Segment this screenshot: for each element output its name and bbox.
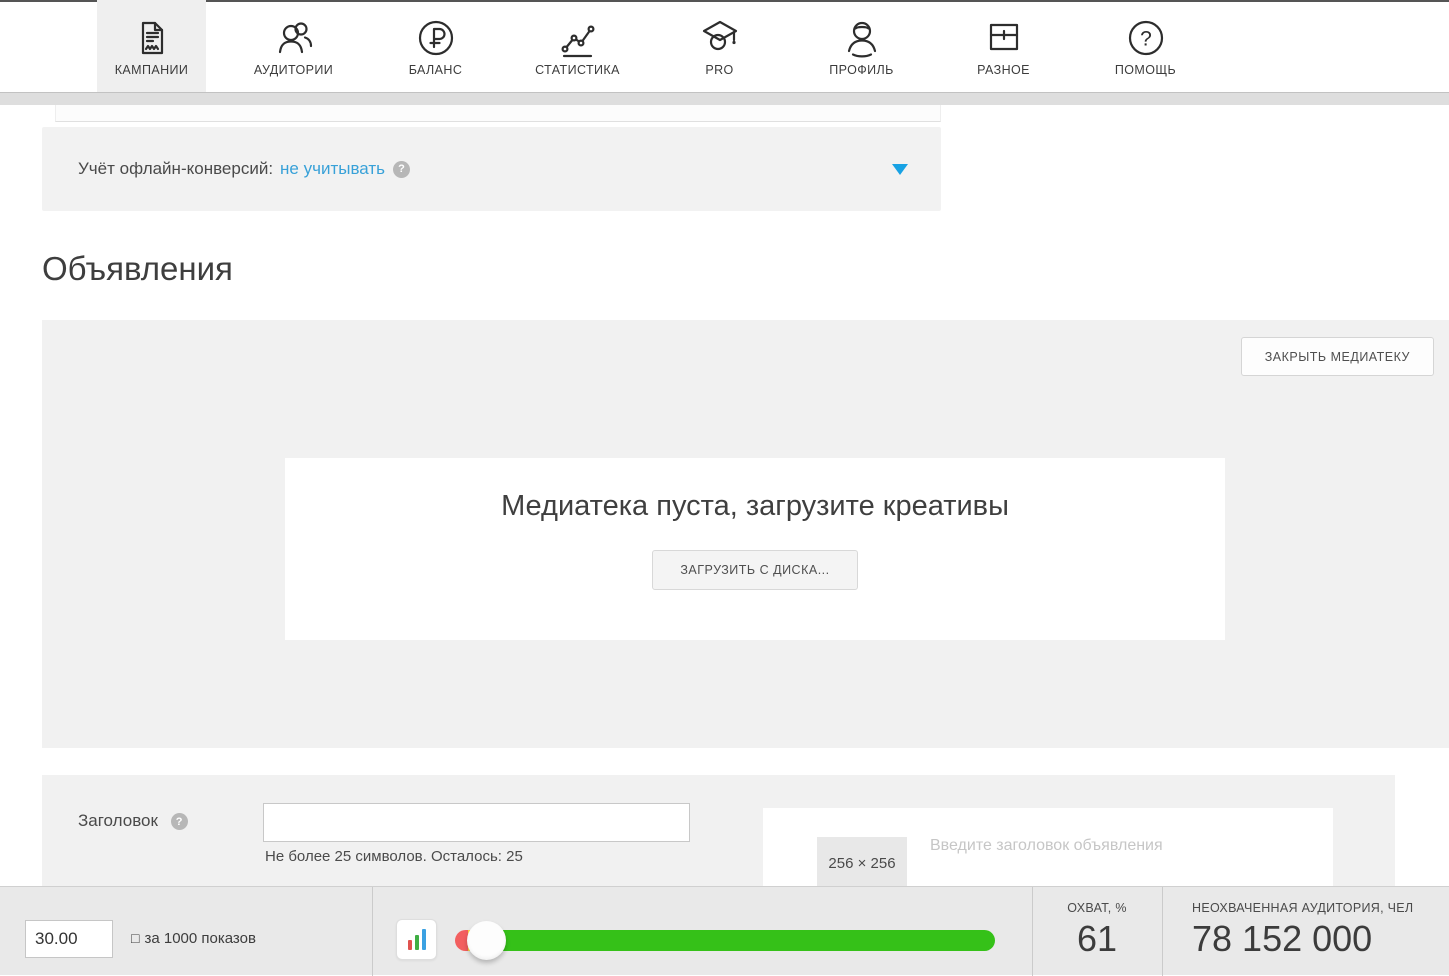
price-coverage-slider-track[interactable] [455,930,995,951]
box-icon [982,15,1026,60]
bar-chart-icon [408,940,412,950]
media-library-empty-message: Медиатека пуста, загрузите креативы [285,490,1225,523]
image-size-label: 256 × 256 [817,855,907,872]
previous-panel-edge [55,105,941,122]
nav-label: СТАТИСТИКА [535,63,620,77]
title-input[interactable] [263,803,690,842]
coverage-chart-toggle-button[interactable] [396,919,437,960]
document-icon [130,15,174,60]
offline-conversions-panel: Учёт офлайн-конверсий: не учитывать ? [42,127,941,211]
slider-handle[interactable] [467,921,506,960]
title-char-limit-hint: Не более 25 символов. Осталось: 25 [265,848,523,865]
people-icon [272,15,316,60]
collapse-arrow-icon[interactable] [892,164,908,175]
nav-shadow-strip [0,92,1449,105]
person-icon [840,15,884,60]
footer-divider [1162,887,1163,976]
ads-section-heading: Объявления [42,250,233,288]
footer-divider [372,887,373,976]
top-navigation: КАМПАНИИ АУДИТОРИИ [0,0,1449,92]
upload-from-disk-button[interactable]: ЗАГРУЗИТЬ С ДИСКА... [652,550,857,590]
nav-item-misc[interactable]: РАЗНОЕ [949,0,1058,92]
price-unit-text: за 1000 показов [144,930,255,947]
nav-items: КАМПАНИИ АУДИТОРИИ [97,0,1200,92]
graduation-cap-icon [698,15,742,60]
offline-conversions-label: Учёт офлайн-конверсий: [78,159,273,179]
help-icon[interactable]: ? [393,161,410,178]
nav-item-balance[interactable]: БАЛАНС [381,0,490,92]
nav-item-profile[interactable]: ПРОФИЛЬ [807,0,916,92]
nav-label: АУДИТОРИИ [254,63,333,77]
preview-title-placeholder: Введите заголовок объявления [930,837,1163,855]
reach-cell: ОХВАТ, % 61 [1032,887,1162,976]
price-input[interactable] [25,920,113,958]
close-media-library-button[interactable]: ЗАКРЫТЬ МЕДИАТЕКУ [1241,337,1434,376]
bid-footer-bar: □ за 1000 показов ОХВАТ, % 61 НЕОХВАЧЕННА… [0,886,1449,975]
unreached-audience-value: 78 152 000 [1192,918,1449,960]
question-circle-icon: ? [1124,15,1168,60]
ruble-circle-icon [414,15,458,60]
nav-label: ПОМОЩЬ [1115,63,1176,77]
reach-value: 61 [1032,918,1162,960]
nav-label: PRO [705,63,733,77]
line-chart-icon [556,15,600,60]
unreached-audience-cell: НЕОХВАЧЕННАЯ АУДИТОРИЯ, ЧЕЛ 78 152 000 [1192,887,1449,976]
nav-label: ПРОФИЛЬ [829,63,893,77]
reach-label: ОХВАТ, % [1032,901,1162,915]
media-library-empty-box: Медиатека пуста, загрузите креативы ЗАГР… [285,458,1225,640]
media-library-panel: ЗАКРЫТЬ МЕДИАТЕКУ Медиатека пуста, загру… [42,320,1449,748]
price-unit-label: □ за 1000 показов [131,930,256,947]
offline-conversions-value-link[interactable]: не учитывать [280,159,385,179]
nav-label: КАМПАНИИ [115,63,189,77]
missing-currency-glyph: □ [131,930,139,946]
nav-label: БАЛАНС [409,63,463,77]
page: КАМПАНИИ АУДИТОРИИ [0,0,1449,975]
nav-item-help[interactable]: ? ПОМОЩЬ [1091,0,1200,92]
help-icon[interactable]: ? [171,813,188,830]
unreached-audience-label: НЕОХВАЧЕННАЯ АУДИТОРИЯ, ЧЕЛ [1192,901,1449,915]
nav-item-pro[interactable]: PRO [665,0,774,92]
title-label-text: Заголовок [78,811,158,830]
nav-item-campaigns[interactable]: КАМПАНИИ [97,0,206,92]
nav-label: РАЗНОЕ [977,63,1030,77]
svg-text:?: ? [1140,27,1152,50]
nav-item-statistics[interactable]: СТАТИСТИКА [523,0,632,92]
nav-item-audiences[interactable]: АУДИТОРИИ [239,0,348,92]
title-field-label: Заголовок ? [78,811,188,831]
